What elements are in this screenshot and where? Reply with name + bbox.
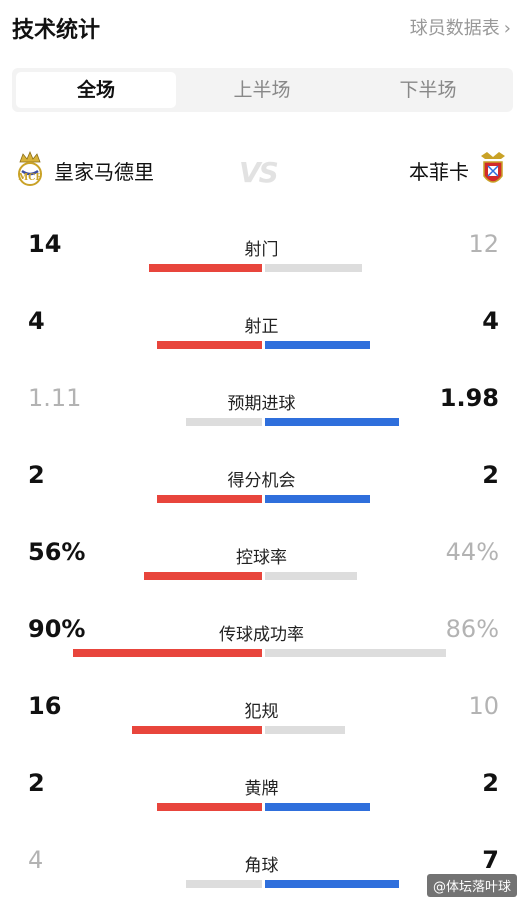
home-stat-bar — [186, 880, 262, 888]
home-stat-bar — [149, 264, 262, 272]
away-stat-bar — [265, 803, 370, 811]
home-stat-bar — [132, 726, 262, 734]
away-team[interactable]: 本菲卡 — [409, 150, 509, 190]
away-stat-value: 10 — [468, 692, 499, 720]
away-stat-bar — [265, 880, 399, 888]
away-stat-value: 2 — [482, 769, 499, 797]
home-stat-bar — [73, 649, 262, 657]
player-data-link-label: 球员数据表 — [409, 18, 500, 39]
stat-row: 14 射门 12 — [0, 228, 523, 305]
tab-second-half[interactable]: 下半场 — [348, 72, 508, 108]
home-stat-bar — [144, 572, 262, 580]
away-stat-value: 1.98 — [439, 384, 499, 412]
home-team[interactable]: MCF 皇家马德里 — [14, 150, 154, 190]
vs-label: VS — [239, 156, 279, 189]
teams-row: MCF 皇家马德里 VS 本菲卡 — [0, 140, 523, 200]
chevron-right-icon: › — [503, 18, 511, 39]
stat-row: 56% 控球率 44% — [0, 536, 523, 613]
away-stat-value: 4 — [482, 307, 499, 335]
home-stat-bar — [157, 495, 262, 503]
stat-label: 犯规 — [244, 702, 279, 722]
away-stat-bar — [265, 341, 370, 349]
stat-row: 90% 传球成功率 86% — [0, 613, 523, 690]
stat-label: 得分机会 — [227, 471, 296, 491]
away-stat-bar — [265, 495, 370, 503]
away-stat-value: 2 — [482, 461, 499, 489]
benfica-crest-icon — [481, 152, 505, 183]
away-stat-bar — [265, 418, 399, 426]
home-stat-bar — [157, 341, 262, 349]
stat-row: 2 得分机会 2 — [0, 459, 523, 536]
header: 技术统计 球员数据表 › — [0, 0, 523, 56]
stat-row: 2 黄牌 2 — [0, 767, 523, 844]
away-stat-bar — [265, 726, 345, 734]
away-stat-value: 12 — [468, 230, 499, 258]
stat-label: 角球 — [244, 856, 279, 876]
stat-row: 16 犯规 10 — [0, 690, 523, 767]
home-stat-bar — [186, 418, 262, 426]
watermark: @体坛落叶球 — [426, 874, 517, 897]
page-title: 技术统计 — [12, 18, 101, 43]
period-tabs: 全场 上半场 下半场 — [12, 68, 513, 112]
stat-label: 射门 — [244, 240, 279, 260]
stat-row: 4 射正 4 — [0, 305, 523, 382]
stat-label: 控球率 — [236, 548, 287, 568]
away-team-name: 本菲卡 — [409, 159, 469, 184]
tab-first-half[interactable]: 上半场 — [182, 72, 342, 108]
home-stat-bar — [157, 803, 262, 811]
stat-row: 1.11 预期进球 1.98 — [0, 382, 523, 459]
real-madrid-crest-icon: MCF — [18, 150, 42, 186]
player-data-link[interactable]: 球员数据表 › — [410, 14, 511, 40]
away-stat-value: 7 — [482, 846, 499, 874]
stat-label: 射正 — [244, 317, 279, 337]
stat-label: 黄牌 — [244, 779, 279, 799]
away-stat-value: 44% — [445, 538, 499, 566]
away-stat-bar — [265, 572, 357, 580]
away-stat-value: 86% — [445, 615, 499, 643]
svg-text:MCF: MCF — [18, 173, 42, 183]
stat-label: 传球成功率 — [219, 625, 304, 645]
away-stat-bar — [265, 264, 362, 272]
home-team-name: 皇家马德里 — [54, 159, 154, 184]
tab-full-match[interactable]: 全场 — [16, 72, 176, 108]
away-stat-bar — [265, 649, 446, 657]
